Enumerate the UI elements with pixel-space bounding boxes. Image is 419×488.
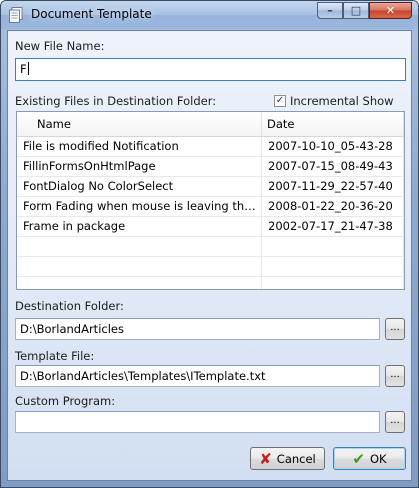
cancel-x-icon: ✘ [259, 449, 272, 468]
new-file-name-input[interactable]: F [15, 58, 406, 81]
custom-program-label: Custom Program: [15, 394, 116, 408]
ok-button[interactable]: ✔ OK [333, 447, 406, 470]
close-button[interactable]: ✕ [369, 2, 412, 19]
cell-empty [262, 237, 404, 256]
custom-program-input[interactable] [15, 411, 380, 433]
cell-empty [17, 257, 262, 276]
cell-empty [17, 277, 262, 289]
cell-name: FillinFormsOnHtmlPage [17, 157, 262, 176]
cell-date: 2002-07-17_21-47-38 [262, 217, 404, 236]
existing-files-grid[interactable]: Name Date File is modified Notification … [16, 111, 405, 290]
empty-row [17, 237, 404, 257]
empty-row [17, 277, 404, 289]
document-icon [9, 7, 23, 23]
column-header-name[interactable]: Name [17, 112, 262, 136]
cell-empty [262, 257, 404, 276]
new-file-name-value: F [20, 62, 27, 76]
table-row[interactable]: File is modified Notification 2007-10-10… [17, 137, 404, 157]
cell-date: 2007-07-15_08-49-43 [262, 157, 404, 176]
template-browse-button[interactable]: ... [385, 365, 405, 387]
cell-name: Frame in package [17, 217, 262, 236]
window-title: Document Template [31, 7, 152, 21]
table-row[interactable]: Form Fading when mouse is leaving the ..… [17, 197, 404, 217]
grid-header: Name Date [17, 112, 404, 137]
ok-check-icon: ✔ [352, 449, 365, 468]
cell-date: 2007-10-10_05-43-28 [262, 137, 404, 156]
column-header-date[interactable]: Date [262, 112, 404, 136]
template-file-label: Template File: [15, 349, 95, 363]
caption-buttons: – □ ✕ [317, 2, 412, 20]
document-template-window: Document Template – □ ✕ New File Name: F… [0, 0, 419, 488]
cancel-button[interactable]: ✘ Cancel [250, 447, 325, 470]
cell-name: Form Fading when mouse is leaving the ..… [17, 197, 262, 216]
destination-browse-button[interactable]: ... [385, 318, 405, 340]
ok-button-label: OK [369, 451, 387, 466]
text-caret [27, 62, 29, 75]
cell-name: FontDialog No ColorSelect [17, 177, 262, 196]
template-file-input[interactable]: D:\BorlandArticles\Templates\ITemplate.t… [15, 365, 380, 387]
title-bar[interactable]: Document Template – □ ✕ [1, 1, 418, 29]
cancel-button-label: Cancel [276, 451, 316, 466]
table-row[interactable]: FontDialog No ColorSelect 2007-11-29_22-… [17, 177, 404, 197]
destination-folder-label: Destination Folder: [15, 299, 124, 313]
cell-date: 2008-01-22_20-36-20 [262, 197, 404, 216]
incremental-show-label[interactable]: Incremental Show [290, 94, 394, 108]
dialog-body: New File Name: F Existing Files in Desti… [7, 30, 412, 481]
cell-empty [262, 277, 404, 289]
cell-name: File is modified Notification [17, 137, 262, 156]
cell-empty [17, 237, 262, 256]
new-file-name-label: New File Name: [15, 39, 105, 53]
empty-row [17, 257, 404, 277]
minimize-button[interactable]: – [317, 2, 343, 19]
incremental-show-checkbox[interactable]: ✓ [274, 95, 286, 107]
existing-files-label: Existing Files in Destination Folder: [15, 94, 217, 108]
cell-date: 2007-11-29_22-57-40 [262, 177, 404, 196]
table-row[interactable]: Frame in package 2002-07-17_21-47-38 [17, 217, 404, 237]
destination-folder-input[interactable]: D:\BorlandArticles [15, 318, 380, 340]
custom-program-browse-button[interactable]: ... [385, 411, 405, 433]
table-row[interactable]: FillinFormsOnHtmlPage 2007-07-15_08-49-4… [17, 157, 404, 177]
maximize-button[interactable]: □ [343, 2, 369, 19]
